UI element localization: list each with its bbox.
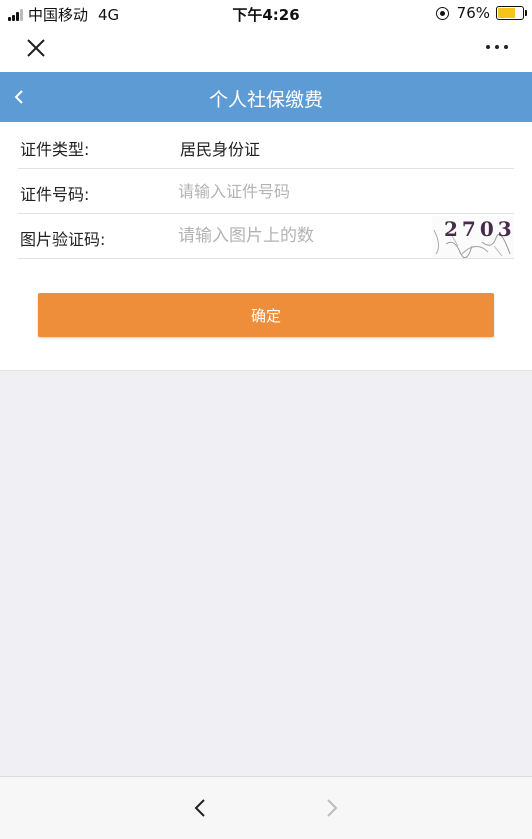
battery-fill (498, 8, 515, 18)
close-icon[interactable] (24, 36, 48, 60)
captcha-row: 图片验证码: 2703 (18, 214, 514, 259)
window-title-bar (0, 26, 532, 72)
more-icon[interactable] (481, 45, 508, 49)
nav-bar: 个人社保缴费 (0, 72, 532, 122)
captcha-image[interactable]: 2703 (432, 216, 514, 258)
battery-percent: 76% (456, 4, 490, 22)
form-panel: 证件类型: 居民身份证 证件号码: 图片验证码: 2703 确定 (0, 122, 532, 371)
captcha-label: 图片验证码: (20, 230, 106, 249)
bottom-nav-bar (0, 776, 532, 839)
forward-arrow-icon[interactable] (320, 797, 342, 819)
captcha-text: 2703 (444, 217, 516, 241)
id-number-input[interactable] (178, 177, 498, 205)
id-type-row[interactable]: 证件类型: 居民身份证 (18, 124, 514, 169)
id-number-row: 证件号码: (18, 169, 514, 214)
page-title: 个人社保缴费 (208, 89, 323, 111)
confirm-button[interactable]: 确定 (38, 293, 494, 337)
back-arrow-icon[interactable] (190, 797, 212, 819)
id-type-select[interactable]: 居民身份证 (180, 136, 260, 160)
id-number-label: 证件号码: (20, 185, 90, 204)
battery-icon (496, 6, 527, 20)
id-type-label: 证件类型: (20, 140, 90, 159)
rotation-lock-icon (435, 6, 449, 20)
captcha-input[interactable] (178, 222, 350, 250)
status-right: 76% (435, 4, 527, 22)
status-bar: 中国移动 4G 下午4:26 76% (0, 0, 532, 26)
